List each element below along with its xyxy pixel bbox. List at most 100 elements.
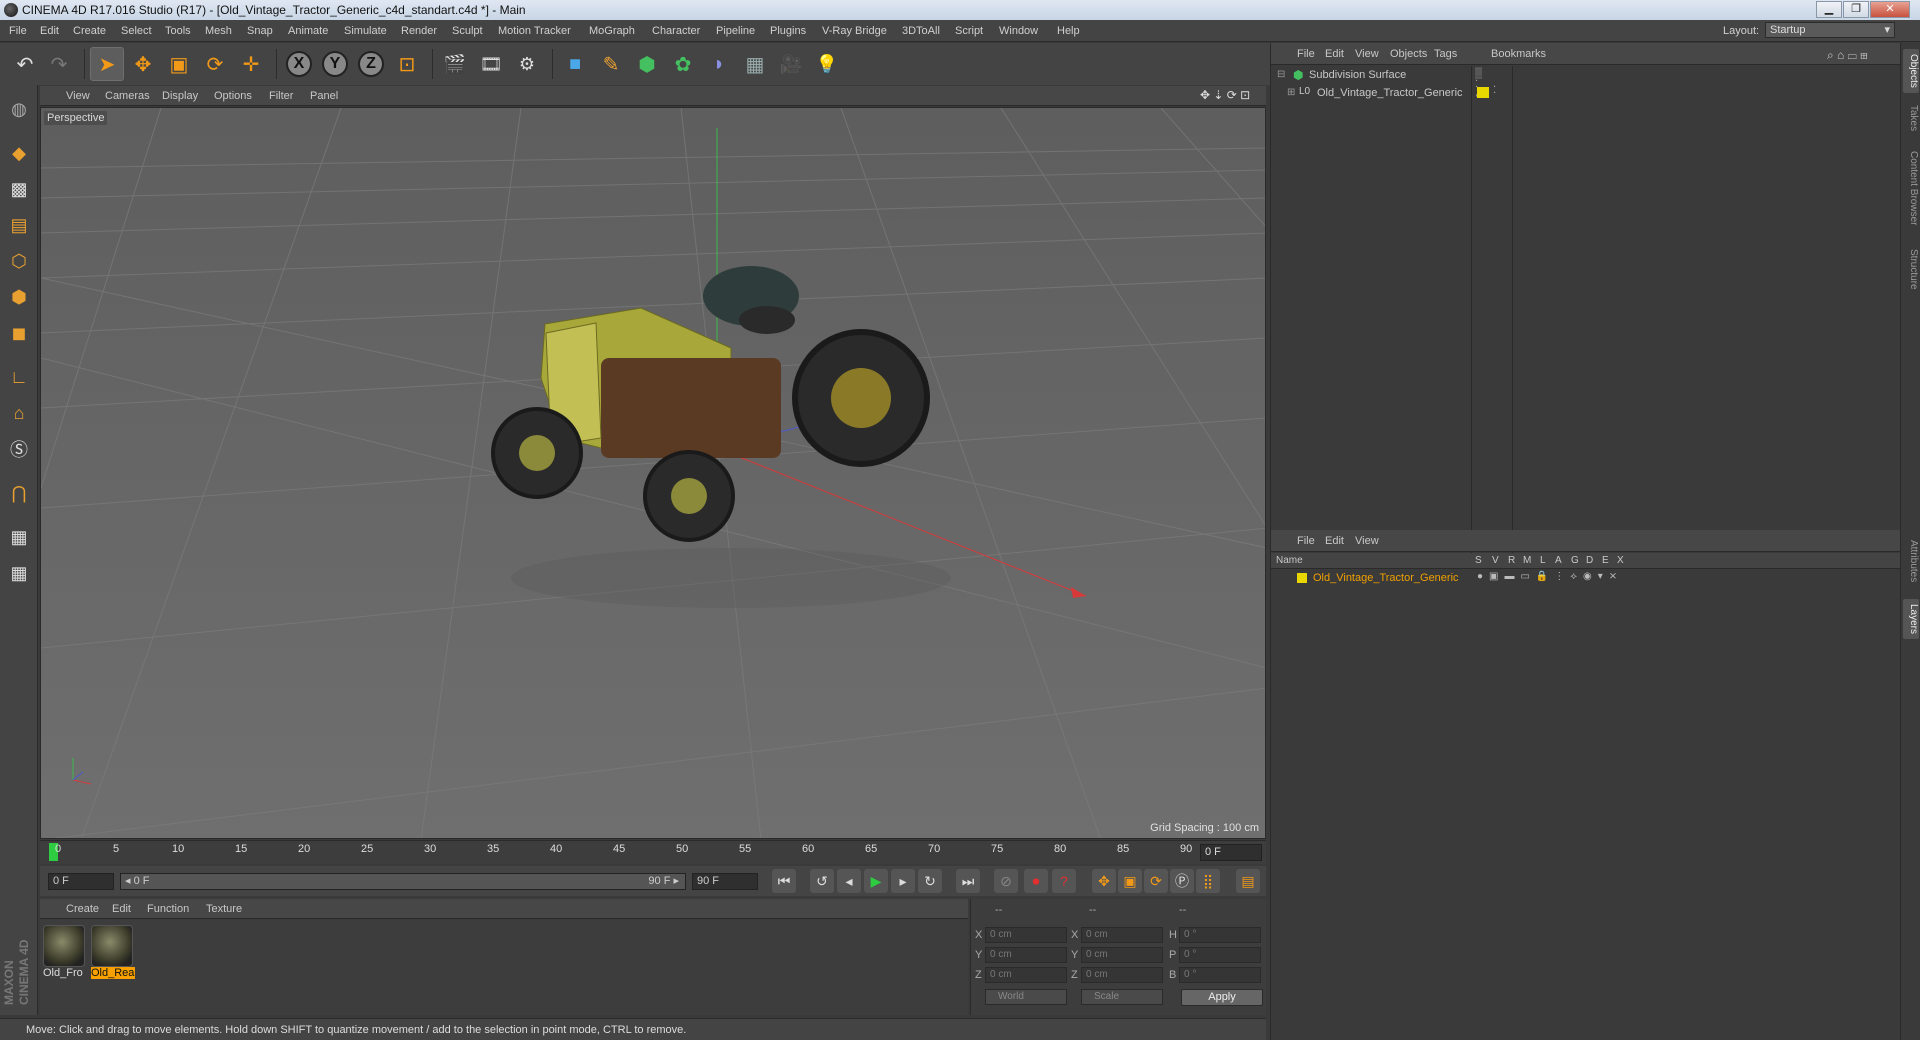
key-rotation-icon[interactable]: ⟳: [1144, 869, 1168, 893]
preview-range-slider[interactable]: ◂ 0 F 90 F ▸: [120, 873, 686, 890]
layer-col-expressions[interactable]: E: [1602, 555, 1609, 566]
menu-select[interactable]: Select: [121, 25, 152, 37]
model-mode-icon[interactable]: ◆: [3, 137, 35, 169]
layer-col-deformers[interactable]: D: [1586, 555, 1593, 566]
menu-plugins[interactable]: Plugins: [770, 25, 806, 37]
key-position-icon[interactable]: ✥: [1092, 869, 1116, 893]
rotation-h-field[interactable]: 0 °: [1179, 927, 1261, 943]
expand-icon[interactable]: ⊞: [1287, 87, 1295, 98]
object-menu-bookmarks[interactable]: Bookmarks: [1491, 48, 1546, 60]
material-menu-texture[interactable]: Texture: [206, 903, 242, 915]
viewport-navigation-icons[interactable]: ✥ ⇣ ⟳ ⊡: [1200, 88, 1250, 102]
timeline-ruler[interactable]: 0 5 10 15 20 25 30 35 40 45 50 55 60 65 …: [40, 840, 1266, 864]
camera-icon[interactable]: 🎥: [774, 47, 808, 81]
menu-tools[interactable]: Tools: [165, 25, 191, 37]
polygons-mode-icon[interactable]: ◼: [3, 317, 35, 349]
undo-icon[interactable]: ↶: [8, 47, 42, 81]
make-editable-icon[interactable]: ◍: [3, 93, 35, 125]
viewport-menu-panel[interactable]: Panel: [310, 90, 338, 102]
layer-col-view[interactable]: V: [1492, 555, 1499, 566]
start-frame-field[interactable]: 0 F: [48, 873, 114, 890]
current-frame-field[interactable]: 0 F: [1200, 844, 1262, 861]
viewport-menu-display[interactable]: Display: [162, 90, 198, 102]
floor-icon[interactable]: ▦: [738, 47, 772, 81]
object-row-subdivision-surface[interactable]: ⊟ ⬢ Subdivision Surface ▒ ⁚✔: [1271, 66, 1483, 101]
viewport-menu-options[interactable]: Options: [214, 90, 252, 102]
coord-mode-dropdown[interactable]: World: [985, 989, 1067, 1005]
move-tool-icon[interactable]: ✥: [126, 47, 160, 81]
workplane-lock-icon[interactable]: ▦: [3, 521, 35, 553]
menu-mesh[interactable]: Mesh: [205, 25, 232, 37]
menu-script[interactable]: Script: [955, 25, 983, 37]
close-button[interactable]: ✕: [1870, 1, 1910, 18]
menu-simulate[interactable]: Simulate: [344, 25, 387, 37]
light-icon[interactable]: 💡: [810, 47, 844, 81]
layer-name[interactable]: Old_Vintage_Tractor_Generic: [1313, 572, 1459, 584]
apply-button[interactable]: Apply: [1181, 989, 1263, 1006]
tab-takes[interactable]: Takes: [1903, 101, 1919, 135]
menu-motion-tracker[interactable]: Motion Tracker: [498, 25, 571, 37]
axis-mode-icon[interactable]: ∟: [3, 361, 35, 393]
position-y-field[interactable]: 0 cm: [985, 947, 1067, 963]
layer-row[interactable]: Old_Vintage_Tractor_Generic ●▣▬▭🔒⋮⟡◉▾⨯: [1271, 570, 1901, 587]
transform-tool-icon[interactable]: ✛: [234, 47, 268, 81]
layer-toggle-icons[interactable]: ●▣▬▭🔒⋮⟡◉▾⨯: [1477, 571, 1623, 582]
play-icon[interactable]: ▶: [864, 869, 888, 893]
viewport-menu-filter[interactable]: Filter: [269, 90, 293, 102]
viewport-camera-label[interactable]: Perspective: [44, 111, 108, 125]
viewport-menu-view[interactable]: View: [66, 90, 90, 102]
tweak-mode-icon[interactable]: ⌂: [3, 397, 35, 429]
layer-color-swatch[interactable]: [1297, 573, 1307, 583]
workplane-mode-icon[interactable]: ▤: [3, 209, 35, 241]
menu-sculpt[interactable]: Sculpt: [452, 25, 483, 37]
rotation-p-field[interactable]: 0 °: [1179, 947, 1261, 963]
minimize-button[interactable]: ▁: [1816, 1, 1842, 18]
edges-mode-icon[interactable]: ⬢: [3, 281, 35, 313]
menu-pipeline[interactable]: Pipeline: [716, 25, 755, 37]
render-settings-icon[interactable]: ⚙: [510, 47, 544, 81]
grid-lock-icon[interactable]: ▦: [3, 557, 35, 589]
size-x-field[interactable]: 0 cm: [1081, 927, 1163, 943]
layer-col-render[interactable]: R: [1508, 555, 1515, 566]
menu-snap[interactable]: Snap: [247, 25, 273, 37]
material-swatch-selected[interactable]: Old_Rea: [91, 925, 135, 983]
material-swatch[interactable]: Old_Fro: [43, 925, 87, 983]
coordinate-system-icon[interactable]: ⊡: [390, 47, 424, 81]
layer-col-generators[interactable]: G: [1571, 555, 1579, 566]
texture-mode-icon[interactable]: ▩: [3, 173, 35, 205]
menu-file[interactable]: File: [9, 25, 27, 37]
layer-menu-view[interactable]: View: [1355, 535, 1379, 547]
tab-objects[interactable]: Objects: [1903, 49, 1919, 93]
tab-attributes[interactable]: Attributes: [1903, 531, 1919, 591]
menu-animate[interactable]: Animate: [288, 25, 328, 37]
snap-icon[interactable]: Ⓢ: [3, 433, 35, 465]
key-pla-icon[interactable]: ⣿: [1196, 869, 1220, 893]
tab-content-browser[interactable]: Content Browser: [1903, 143, 1919, 233]
object-menu-view[interactable]: View: [1355, 48, 1379, 60]
size-mode-dropdown[interactable]: Scale: [1081, 989, 1163, 1005]
cube-primitive-icon[interactable]: ■: [558, 47, 592, 81]
menu-window[interactable]: Window: [999, 25, 1038, 37]
tab-layers[interactable]: Layers: [1903, 599, 1919, 639]
object-visibility-dots[interactable]: ⁚: [1493, 85, 1496, 96]
menu-vray-bridge[interactable]: V-Ray Bridge: [822, 25, 887, 37]
key-scale-icon[interactable]: ▣: [1118, 869, 1142, 893]
object-menu-objects[interactable]: Objects: [1390, 48, 1427, 60]
pen-spline-icon[interactable]: ✎: [594, 47, 628, 81]
layer-col-solo[interactable]: S: [1475, 555, 1482, 566]
scale-tool-icon[interactable]: ▣: [162, 47, 196, 81]
select-tool-icon[interactable]: ➤: [90, 47, 124, 81]
deformer-icon[interactable]: ◗: [702, 47, 736, 81]
z-axis-lock[interactable]: Z: [354, 47, 388, 81]
menu-character[interactable]: Character: [652, 25, 700, 37]
layer-col-manager[interactable]: M: [1523, 555, 1531, 566]
layer-col-animation[interactable]: A: [1555, 555, 1562, 566]
magnet-icon[interactable]: ⋂: [3, 477, 35, 509]
x-axis-lock[interactable]: X: [282, 47, 316, 81]
tab-structure[interactable]: Structure: [1903, 241, 1919, 297]
material-menu-function[interactable]: Function: [147, 903, 189, 915]
layer-menu-file[interactable]: File: [1297, 535, 1315, 547]
record-keys-icon[interactable]: ⏺: [1024, 869, 1048, 893]
rotate-tool-icon[interactable]: ⟳: [198, 47, 232, 81]
object-menu-file[interactable]: File: [1297, 48, 1315, 60]
